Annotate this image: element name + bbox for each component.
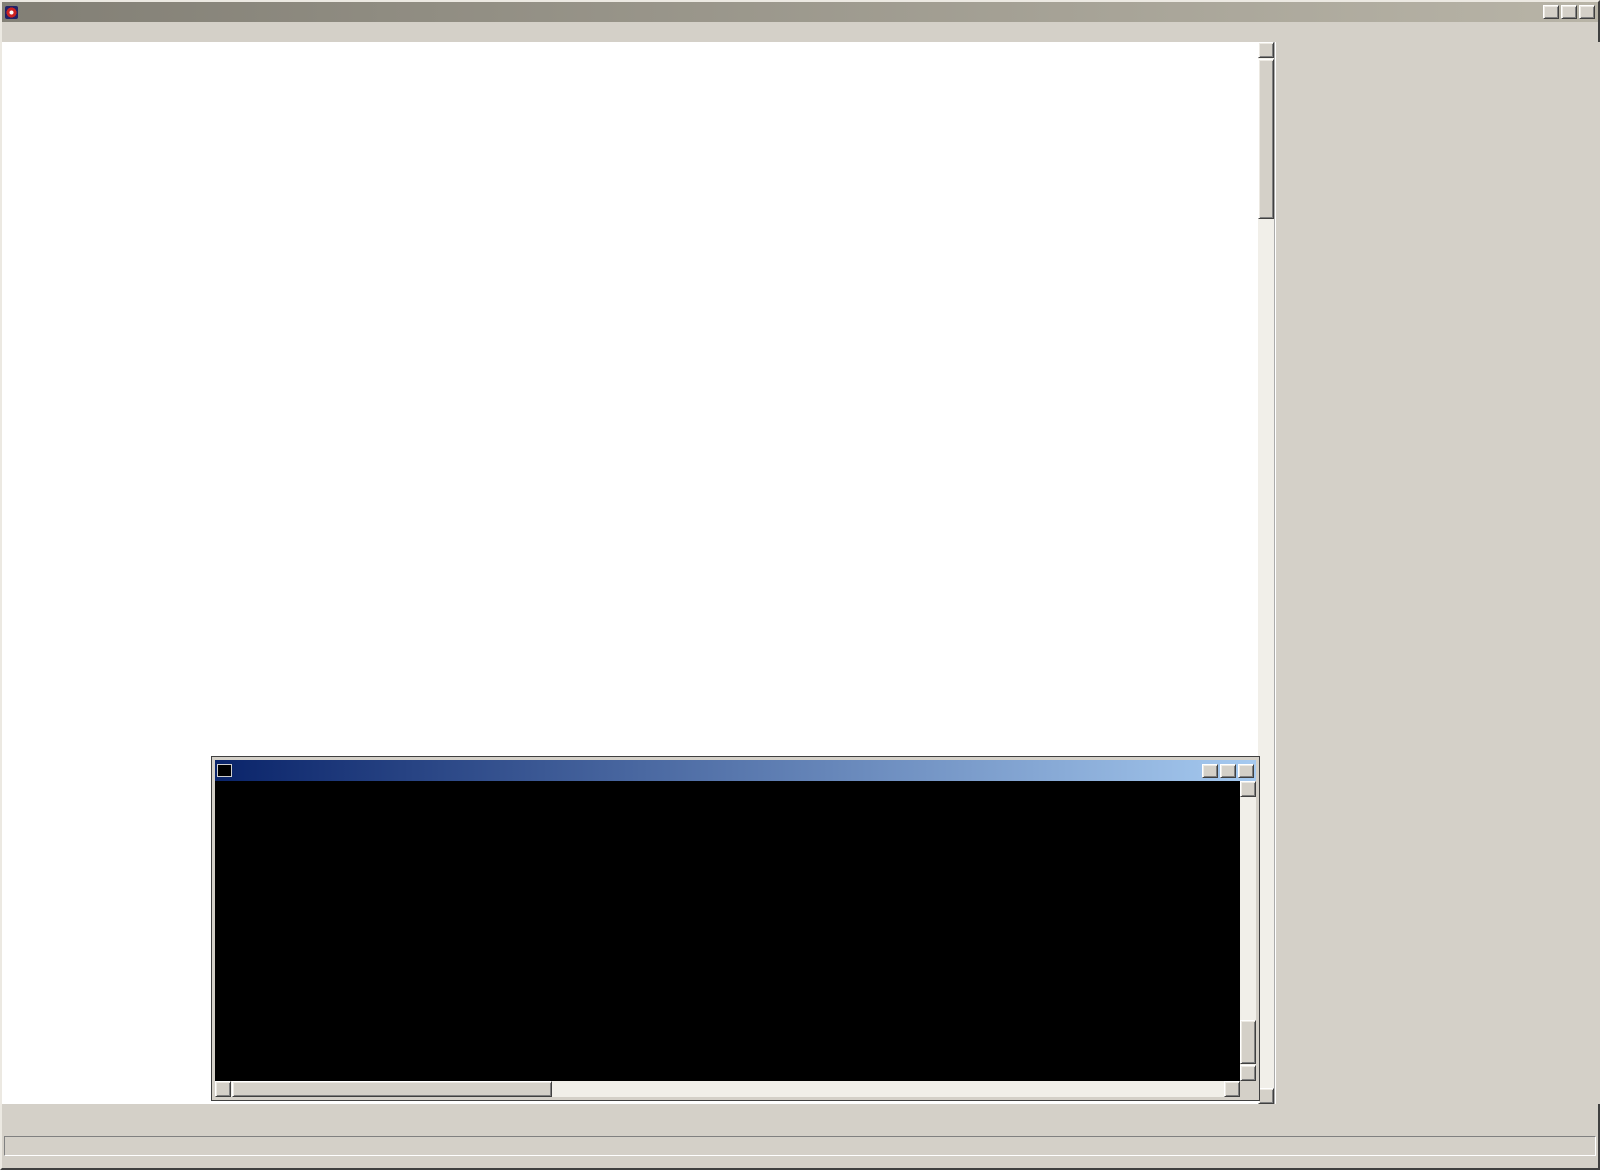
bs-table-header (1288, 940, 1600, 959)
console-scroll-thumb[interactable] (1240, 1020, 1256, 1064)
console-vscrollbar[interactable] (1240, 781, 1256, 1081)
menu-help[interactable] (20, 29, 38, 35)
console-maximize-button[interactable] (1220, 763, 1236, 778)
app-window (0, 0, 1600, 1170)
console-hscrollbar[interactable] (215, 1081, 1240, 1097)
table-header (2, 42, 1258, 60)
console-output (215, 781, 1240, 1081)
panel-title (1276, 42, 1600, 57)
close-button[interactable] (1579, 5, 1595, 19)
console-minimize-button[interactable] (1202, 763, 1218, 778)
cmd-icon (217, 764, 232, 777)
base-stations-table (1288, 940, 1600, 959)
status-bar (4, 1136, 1596, 1156)
console-scroll-up-icon[interactable] (1240, 781, 1256, 797)
ship-properties-panel (1274, 42, 1600, 1104)
scroll-down-icon[interactable] (1258, 1088, 1274, 1104)
console-close-button[interactable] (1238, 763, 1254, 778)
menubar (2, 22, 1598, 42)
scroll-up-icon[interactable] (1258, 42, 1274, 58)
console-scroll-left-icon[interactable] (215, 1081, 231, 1097)
menu-file[interactable] (2, 29, 20, 35)
minimize-button[interactable] (1543, 5, 1559, 19)
console-scroll-down-icon[interactable] (1240, 1065, 1256, 1081)
console-scroll-right-icon[interactable] (1224, 1081, 1240, 1097)
maximize-button[interactable] (1561, 5, 1577, 19)
console-window (211, 756, 1260, 1101)
titlebar (2, 2, 1598, 22)
table-scrollbar[interactable] (1258, 42, 1274, 1104)
console-hscroll-thumb[interactable] (232, 1081, 552, 1097)
scroll-thumb[interactable] (1258, 59, 1274, 219)
console-titlebar[interactable] (215, 760, 1256, 781)
app-icon (5, 5, 18, 19)
console-resize-corner[interactable] (1240, 1081, 1256, 1097)
